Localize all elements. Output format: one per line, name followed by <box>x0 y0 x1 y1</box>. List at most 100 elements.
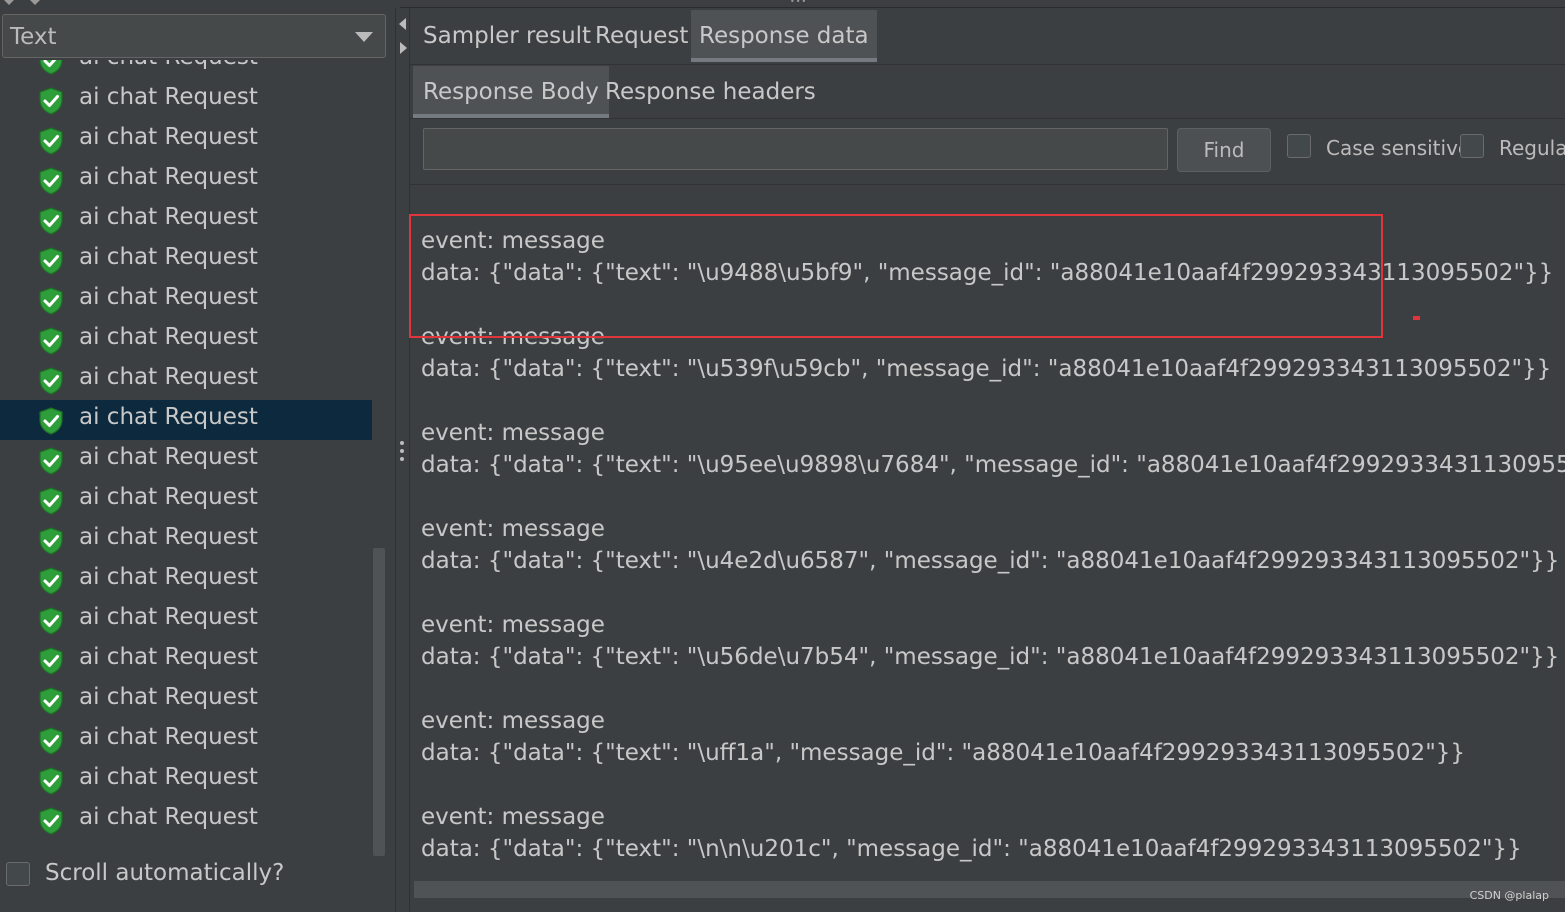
data-line: data: {"data": {"text": "\n\n\u201c", "m… <box>421 836 1522 862</box>
list-item[interactable]: ai chat Request <box>0 680 372 720</box>
list-item[interactable]: ai chat Request <box>0 400 372 440</box>
scroll-automatically-checkbox[interactable] <box>6 862 30 886</box>
success-shield-icon <box>39 247 63 275</box>
list-item[interactable]: ai chat Request <box>0 560 372 600</box>
list-item-label: ai chat Request <box>79 444 258 470</box>
data-line: data: {"data": {"text": "\u95ee\u9898\u7… <box>421 452 1565 478</box>
list-item-label: ai chat Request <box>79 564 258 590</box>
success-shield-icon <box>39 527 63 555</box>
list-item-label: ai chat Request <box>79 604 258 630</box>
response-horizontal-scrollbar[interactable] <box>414 881 1565 898</box>
tab-request[interactable]: Request <box>595 10 688 62</box>
regular-expression-label: Regular <box>1499 136 1565 160</box>
response-entry: event: message data: {"data": {"text": "\… <box>421 705 1465 769</box>
regular-expression-checkbox[interactable] <box>1460 134 1484 158</box>
watermark: CSDN @plalap <box>1469 889 1549 902</box>
event-line: event: message <box>421 324 605 350</box>
list-item-label: ai chat Request <box>79 244 258 270</box>
list-item-label: ai chat Request <box>79 644 258 670</box>
list-item[interactable]: ai chat Request <box>0 520 372 560</box>
success-shield-icon <box>39 487 63 515</box>
annotation-mark <box>1413 316 1420 320</box>
event-line: event: message <box>421 516 605 542</box>
list-item[interactable]: ai chat Request <box>0 160 372 200</box>
data-line: data: {"data": {"text": "\u56de\u7b54", … <box>421 644 1560 670</box>
tab-response-body[interactable]: Response Body <box>413 66 609 118</box>
success-shield-icon <box>39 567 63 595</box>
response-entry: event: message data: {"data": {"text": "\… <box>421 513 1559 577</box>
list-item[interactable]: ai chat Request <box>0 240 372 280</box>
event-line: event: message <box>421 420 605 446</box>
success-shield-icon <box>39 407 63 435</box>
main-tabs: Sampler result Request Response data <box>410 8 1565 65</box>
tab-response-data[interactable]: Response data <box>691 10 877 62</box>
response-entry: event: message data: {"data": {"text": "\… <box>421 321 1551 385</box>
response-body-text[interactable]: event: message data: {"data": {"text": "\… <box>410 185 1565 880</box>
data-line: data: {"data": {"text": "\u9488\u5bf9", … <box>421 260 1554 286</box>
expand-right-icon[interactable] <box>400 42 407 54</box>
success-shield-icon <box>39 87 63 115</box>
data-line: data: {"data": {"text": "\uff1a", "messa… <box>421 740 1466 766</box>
list-item-label: ai chat Request <box>79 724 258 750</box>
list-item[interactable]: ai chat Request <box>0 480 372 520</box>
resize-grip-icon[interactable]: ••• <box>790 0 814 6</box>
scroll-automatically-label: Scroll automatically? <box>45 860 285 886</box>
list-item[interactable]: ai chat Request <box>0 600 372 640</box>
list-item-label: ai chat Request <box>79 484 258 510</box>
success-shield-icon <box>39 807 63 835</box>
success-shield-icon <box>39 687 63 715</box>
find-button[interactable]: Find <box>1177 128 1271 172</box>
collapse-up-icon[interactable] <box>4 0 14 5</box>
list-item[interactable]: ai chat Request <box>0 760 372 800</box>
case-sensitive-label: Case sensitive <box>1326 136 1471 160</box>
success-shield-icon <box>39 167 63 195</box>
list-item[interactable]: ai chat Request <box>0 60 372 80</box>
list-item[interactable]: ai chat Request <box>0 640 372 680</box>
success-shield-icon <box>39 607 63 635</box>
response-entry: event: message data: {"data": {"text": "\… <box>421 225 1553 289</box>
list-item[interactable]: ai chat Request <box>0 360 372 400</box>
case-sensitive-checkbox[interactable] <box>1287 134 1311 158</box>
tab-response-headers[interactable]: Response headers <box>605 66 816 118</box>
list-item-label: ai chat Request <box>79 324 258 350</box>
results-scrollbar[interactable] <box>373 548 385 856</box>
list-item-label: ai chat Request <box>79 764 258 790</box>
list-item[interactable]: ai chat Request <box>0 320 372 360</box>
event-line: event: message <box>421 612 605 638</box>
results-list: ai chat Request ai chat Request ai chat Re… <box>0 60 372 860</box>
response-panel: Sampler result Request Response data Res… <box>410 8 1565 912</box>
search-bar: Find Case sensitive Regular <box>410 120 1565 185</box>
splitter-grip-icon[interactable] <box>400 441 405 465</box>
response-entry: event: message data: {"data": {"text": "\… <box>421 417 1565 481</box>
success-shield-icon <box>39 367 63 395</box>
response-subtabs: Response Body Response headers <box>410 64 1565 119</box>
list-item-label: ai chat Request <box>79 84 258 110</box>
list-item[interactable]: ai chat Request <box>0 800 372 840</box>
list-item-label: ai chat Request <box>79 804 258 830</box>
list-item-label: ai chat Request <box>79 124 258 150</box>
list-item[interactable]: ai chat Request <box>0 120 372 160</box>
response-entry: event: message data: {"data": {"text": "\… <box>421 609 1559 673</box>
list-item[interactable]: ai chat Request <box>0 720 372 760</box>
event-line: event: message <box>421 708 605 734</box>
list-item[interactable]: ai chat Request <box>0 80 372 120</box>
top-strip: ••• <box>0 0 1565 8</box>
success-shield-icon <box>39 127 63 155</box>
event-line: event: message <box>421 228 605 254</box>
list-item-label: ai chat Request <box>79 60 258 70</box>
collapse-down-icon[interactable] <box>30 0 40 5</box>
renderer-select[interactable]: Text <box>2 14 386 58</box>
data-line: data: {"data": {"text": "\u539f\u59cb", … <box>421 356 1552 382</box>
list-item-label: ai chat Request <box>79 524 258 550</box>
search-input[interactable] <box>423 128 1168 170</box>
data-line: data: {"data": {"text": "\u4e2d\u6587", … <box>421 548 1560 574</box>
list-item[interactable]: ai chat Request <box>0 280 372 320</box>
list-item[interactable]: ai chat Request <box>0 440 372 480</box>
panel-splitter[interactable] <box>395 8 410 912</box>
list-item-label: ai chat Request <box>79 284 258 310</box>
list-item[interactable]: ai chat Request <box>0 200 372 240</box>
list-item-label: ai chat Request <box>79 364 258 390</box>
tab-sampler-result[interactable]: Sampler result <box>423 10 591 62</box>
list-item-label: ai chat Request <box>79 404 258 430</box>
collapse-left-icon[interactable] <box>399 18 406 30</box>
